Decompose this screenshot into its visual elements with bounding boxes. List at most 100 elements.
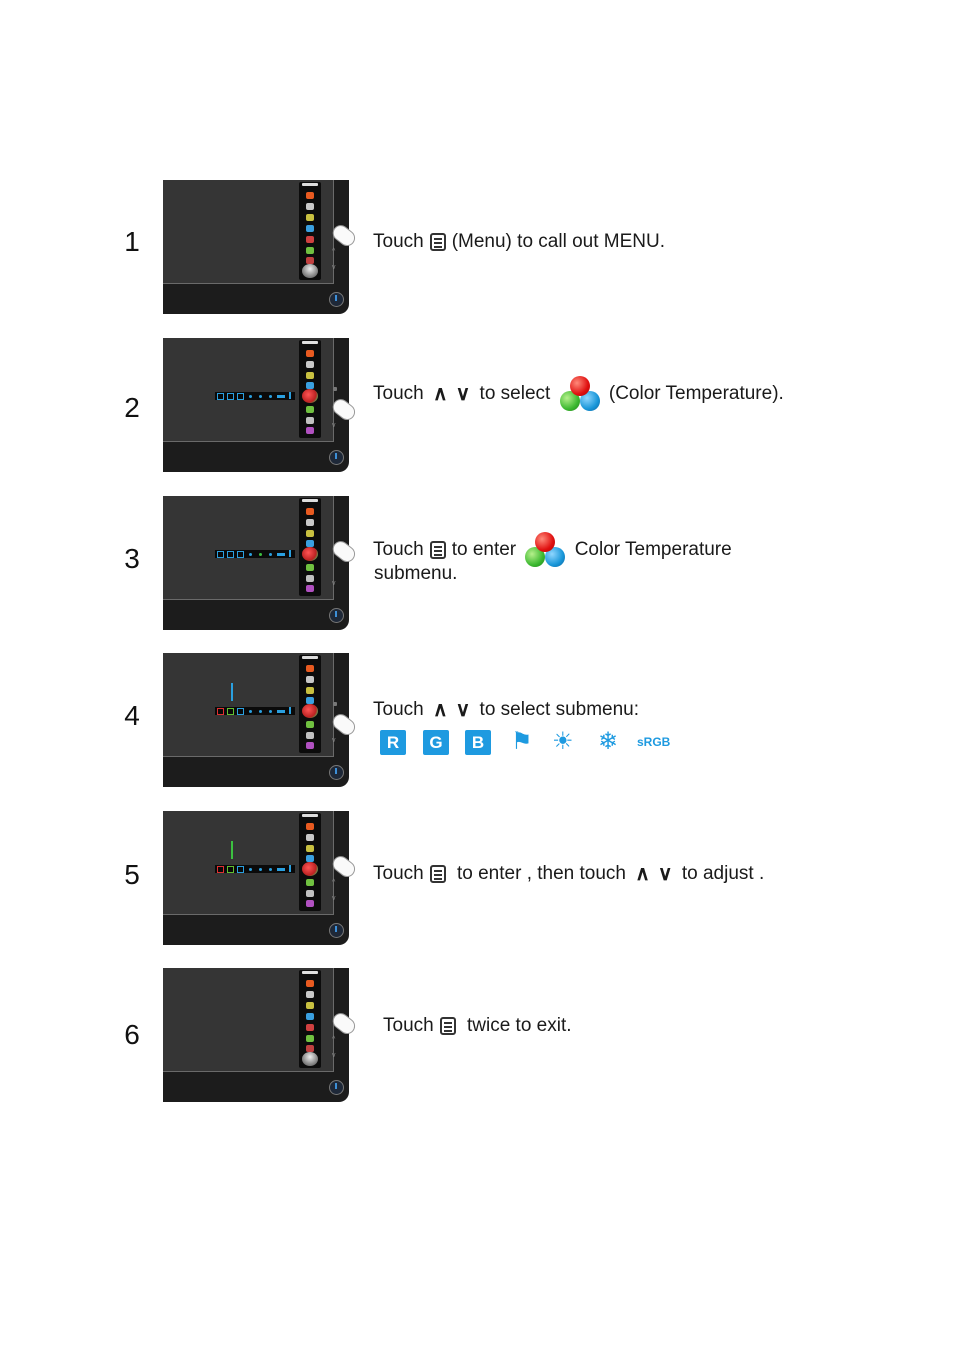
picture-boost-icon: [306, 225, 314, 232]
power-button[interactable]: [329, 923, 344, 938]
luminance-icon: [306, 192, 314, 199]
down-button[interactable]: v: [332, 580, 336, 587]
power-button[interactable]: [329, 765, 344, 780]
brightness-icon: [306, 214, 314, 221]
menu-button-icon: [429, 233, 446, 251]
menu-button[interactable]: [333, 387, 337, 391]
monitor-illustration: ^ v: [163, 811, 359, 946]
down-arrow-icon: ∨: [657, 863, 673, 885]
instruction-part: to select submenu:: [479, 699, 640, 720]
extra-icon: [306, 257, 314, 264]
instruction-part: Touch: [373, 383, 424, 404]
power-button[interactable]: [329, 450, 344, 465]
instruction-part: twice to exit.: [466, 1015, 572, 1036]
menu-button-icon: [429, 865, 446, 883]
instruction-part: to enter , then touch: [456, 863, 626, 884]
power-button[interactable]: [329, 1080, 344, 1095]
monitor-illustration: ^ v: [163, 968, 359, 1103]
down-button[interactable]: v: [332, 422, 336, 429]
warm-sun-icon: ☀: [552, 728, 574, 755]
monitor-screen: [163, 968, 334, 1072]
down-arrow-icon: ∨: [455, 383, 471, 405]
selected-color-temp-icon: [302, 547, 318, 561]
instruction-part: Touch: [373, 231, 424, 252]
down-button[interactable]: v: [332, 895, 336, 902]
monitor-illustration: v: [163, 653, 359, 788]
up-button[interactable]: ^: [332, 248, 335, 255]
osd-setup-icon: [306, 247, 314, 254]
level-bar: [231, 683, 233, 701]
up-arrow-icon: ∧: [432, 699, 448, 721]
monitor-illustration: ^ v: [163, 180, 359, 315]
selected-color-temp-icon: [302, 389, 318, 403]
monitor-illustration: v: [163, 496, 359, 631]
instruction-text: Touch twice to exit.: [383, 1014, 572, 1038]
instruction-text: Touch (Menu) to call out MENU.: [373, 230, 665, 254]
up-button[interactable]: ^: [332, 879, 335, 886]
instruction-part: Touch: [373, 539, 424, 560]
blue-gain-icon: B: [465, 730, 491, 755]
instruction-part: Touch: [383, 1015, 434, 1036]
color-temp-submenu-strip: [215, 865, 295, 873]
osd-menu: [299, 813, 321, 911]
step-number: 6: [124, 1019, 140, 1050]
level-bar: [231, 841, 233, 859]
color-temp-submenu-strip: [215, 707, 295, 715]
instruction-part: to adjust .: [681, 863, 765, 884]
down-arrow-icon: ∨: [455, 699, 471, 721]
user-flag-icon: ⚑: [511, 728, 533, 755]
selected-color-temp-icon: [302, 704, 318, 718]
step-number: 5: [124, 859, 140, 890]
step-number: 3: [124, 543, 140, 574]
down-button[interactable]: v: [332, 264, 336, 271]
menu-button[interactable]: [333, 702, 337, 706]
color-temp-submenu-strip: [215, 550, 295, 558]
monitor-screen: [163, 811, 334, 915]
up-button[interactable]: ^: [332, 1036, 335, 1043]
exit-knob: [302, 1052, 318, 1066]
image-setup-icon: [306, 203, 314, 210]
green-gain-icon: G: [423, 730, 449, 755]
step-number: 1: [124, 226, 140, 257]
step-number: 2: [124, 392, 140, 423]
step-number: 4: [124, 700, 140, 731]
instruction-text: Touch ∧ ∨ to select submenu:: [373, 698, 639, 722]
instruction-part: to select: [479, 383, 551, 404]
monitor-screen: [163, 338, 334, 442]
instruction-part: to enter: [451, 539, 517, 560]
monitor-screen: [163, 496, 334, 600]
instruction-text-cont: submenu.: [374, 563, 458, 584]
instruction-part: Touch: [373, 699, 424, 720]
menu-button-icon: [439, 1017, 456, 1035]
instruction-text: Touch ∧ ∨ to select (Color Temperature).: [373, 376, 784, 412]
color-temp-icon: [306, 236, 314, 243]
color-temperature-icon: [559, 376, 600, 412]
monitor-illustration: v: [163, 338, 359, 473]
srgb-icon: sRGB: [637, 735, 671, 749]
menu-button-icon: [429, 541, 446, 559]
power-button[interactable]: [329, 608, 344, 623]
instruction-part: Color Temperature: [574, 539, 732, 560]
selected-color-temp-icon: [302, 862, 318, 876]
up-arrow-icon: ∧: [635, 863, 650, 885]
monitor-screen: [163, 653, 334, 757]
red-gain-icon: R: [380, 730, 406, 755]
color-temp-submenu-strip: [215, 392, 295, 400]
down-button[interactable]: v: [332, 1052, 336, 1059]
osd-menu: [299, 340, 321, 438]
instruction-text: Touch to enter , then touch ∧ ∨ to adjust…: [373, 862, 764, 886]
osd-menu: [299, 655, 321, 753]
instruction-part: (Menu) to call out MENU.: [451, 231, 665, 252]
osd-menu: [299, 182, 321, 280]
instruction-part: (Color Temperature).: [608, 383, 784, 404]
power-button[interactable]: [329, 292, 344, 307]
up-arrow-icon: ∧: [432, 383, 448, 405]
osd-menu: [299, 498, 321, 596]
osd-menu: [299, 970, 321, 1068]
down-button[interactable]: v: [332, 737, 336, 744]
color-temperature-icon: [525, 532, 566, 568]
monitor-screen: [163, 180, 334, 284]
exit-knob: [302, 264, 318, 278]
instruction-part: Touch: [373, 863, 424, 884]
cool-snowflake-icon: ❄: [598, 728, 619, 755]
